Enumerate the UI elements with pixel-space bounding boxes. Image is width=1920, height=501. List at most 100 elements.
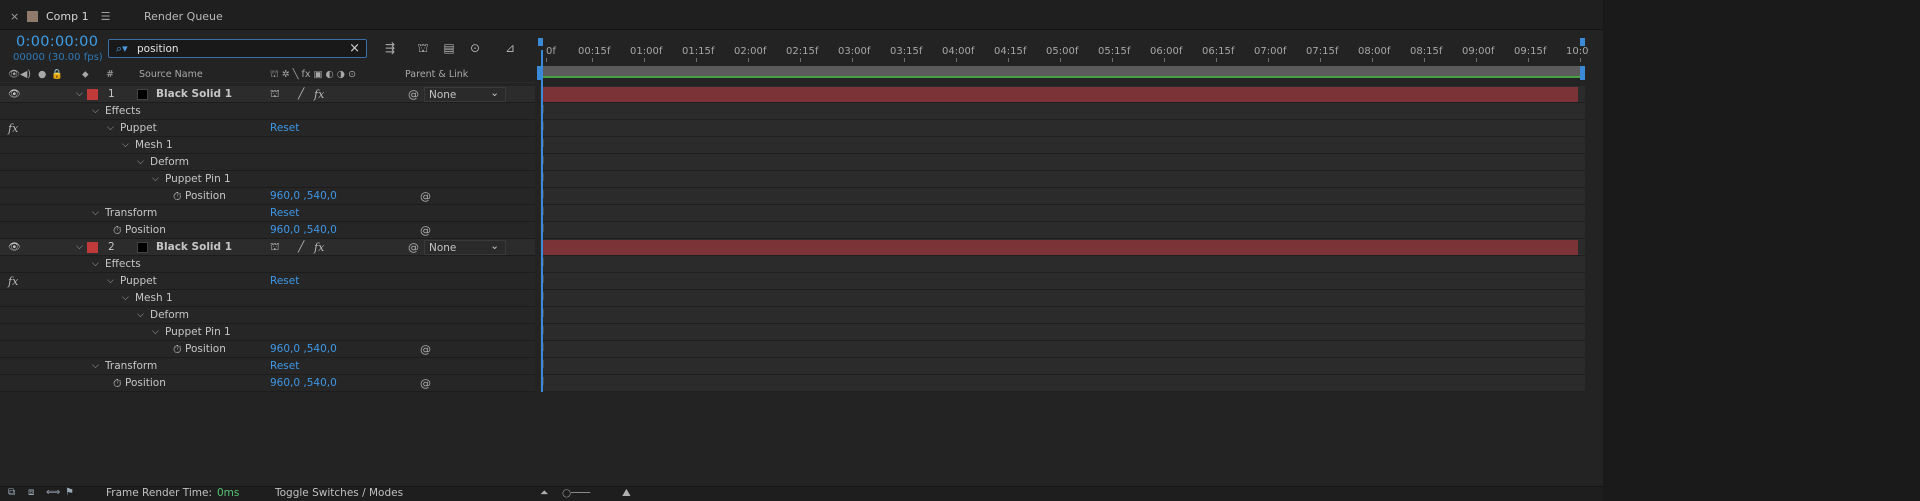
frame-blending-icon[interactable]: ⊙ — [465, 39, 485, 57]
parent-select[interactable]: None ⌄ — [424, 240, 506, 255]
pickwhip-icon[interactable]: @ — [408, 240, 419, 255]
stopwatch-icon[interactable]: ⏱ — [173, 342, 182, 357]
search-input[interactable] — [137, 41, 337, 56]
expression-pickwhip-icon[interactable]: @ — [420, 342, 431, 357]
zoom-slider[interactable]: ○─── — [562, 487, 590, 499]
current-time-indicator[interactable] — [541, 50, 543, 392]
reset-link[interactable]: Reset — [270, 121, 299, 136]
tab-comp-1[interactable]: Comp 1 ☰ — [27, 7, 110, 25]
draft-3d-icon[interactable]: ⛫ — [413, 39, 433, 57]
twirl-down-icon[interactable]: ⌵ — [92, 257, 99, 272]
property-row[interactable]: ⌵ Mesh 1 — [0, 290, 535, 307]
layer-name[interactable]: Black Solid 1 — [156, 240, 232, 255]
video-eye-icon[interactable]: 👁 — [8, 69, 20, 80]
hide-shy-layers-icon[interactable]: ▤ — [439, 39, 459, 57]
twirl-down-icon[interactable]: ⌵ — [122, 138, 129, 153]
timeline-row[interactable] — [540, 154, 1585, 171]
work-area-start-handle[interactable] — [538, 38, 543, 46]
shy-switch-icon[interactable]: ⛫ — [270, 87, 280, 102]
current-time-display[interactable]: 0:00:00:00 — [16, 34, 98, 50]
panel-menu-icon[interactable]: ☰ — [101, 10, 111, 23]
timeline-row[interactable] — [540, 171, 1585, 188]
layer-name[interactable]: Black Solid 1 — [156, 87, 232, 102]
lock-icon[interactable]: 🔒 — [51, 69, 63, 80]
timeline-row[interactable] — [540, 103, 1585, 120]
parent-select[interactable]: None ⌄ — [424, 87, 506, 102]
property-row[interactable]: ⌵ Effects — [0, 103, 535, 120]
timeline-row[interactable] — [540, 222, 1585, 239]
layer-duration-bar[interactable] — [543, 240, 1578, 255]
effects-switch-icon[interactable]: fx — [314, 240, 324, 255]
expression-pickwhip-icon[interactable]: @ — [420, 376, 431, 391]
audio-icon[interactable]: ◀) — [20, 69, 31, 80]
stopwatch-icon[interactable]: ⏱ — [113, 376, 122, 391]
tab-render-queue[interactable]: Render Queue — [144, 7, 223, 25]
stopwatch-icon[interactable]: ⏱ — [113, 223, 122, 238]
property-row[interactable]: ⏱ Position @960,0 ,540,0 — [0, 188, 535, 205]
property-row[interactable]: ⌵ Deform — [0, 154, 535, 171]
property-row[interactable]: ⌵ Mesh 1 — [0, 137, 535, 154]
zoom-in-icon[interactable]: ⛰ — [622, 487, 631, 500]
twirl-down-icon[interactable]: ⌵ — [92, 359, 99, 374]
timeline-row[interactable] — [540, 307, 1585, 324]
zoom-out-icon[interactable]: ⏶ — [540, 487, 548, 500]
timeline-row[interactable] — [540, 324, 1585, 341]
position-value[interactable]: 960,0 ,540,0 — [270, 376, 337, 391]
twirl-down-icon[interactable]: ⌵ — [137, 308, 144, 323]
expression-pickwhip-icon[interactable]: @ — [420, 223, 431, 238]
layer-duration-bar[interactable] — [543, 87, 1578, 102]
pickwhip-icon[interactable]: @ — [408, 87, 419, 102]
clear-search-icon[interactable]: × — [349, 41, 360, 56]
layer-row[interactable]: 👁 ⌵ 2 Black Solid 1 ⛫ ╱ fx @ None ⌄ — [0, 239, 535, 256]
effects-switch-icon[interactable]: fx — [314, 87, 324, 102]
work-area-end-handle[interactable] — [1580, 38, 1585, 46]
effect-fx-icon[interactable]: fx — [8, 274, 18, 289]
twirl-down-icon[interactable]: ⌵ — [76, 240, 83, 255]
timeline-row[interactable] — [540, 290, 1585, 307]
stopwatch-icon[interactable]: ⏱ — [173, 189, 182, 204]
expression-pickwhip-icon[interactable]: @ — [420, 189, 431, 204]
transfer-controls-icon[interactable]: ⧈ — [28, 487, 34, 498]
layer-row[interactable]: 👁 ⌵ 1 Black Solid 1 ⛫ ╱ fx @ None ⌄ — [0, 86, 535, 103]
label-color-swatch[interactable] — [87, 242, 98, 253]
work-area-bar[interactable] — [540, 66, 1580, 78]
twirl-down-icon[interactable]: ⌵ — [92, 206, 99, 221]
property-row[interactable]: ⏱ Position @960,0 ,540,0 — [0, 375, 535, 392]
quality-switch-icon[interactable]: ╱ — [298, 87, 304, 102]
reset-link[interactable]: Reset — [270, 274, 299, 289]
solo-icon[interactable]: ● — [38, 69, 46, 80]
shy-switch-icon[interactable]: ⛫ — [270, 240, 280, 255]
effect-fx-icon[interactable]: fx — [8, 121, 18, 136]
column-parent-link[interactable]: Parent & Link — [405, 69, 468, 80]
property-row[interactable]: fx ⌵ Puppet Reset — [0, 120, 535, 137]
in-out-icon[interactable]: ⟺ — [46, 487, 60, 498]
twirl-down-icon[interactable]: ⌵ — [92, 104, 99, 119]
timeline-row[interactable] — [540, 120, 1585, 137]
timeline-row[interactable] — [540, 358, 1585, 375]
reset-link[interactable]: Reset — [270, 206, 299, 221]
twirl-down-icon[interactable]: ⌵ — [152, 172, 159, 187]
twirl-down-icon[interactable]: ⌵ — [76, 87, 83, 102]
visibility-eye-icon[interactable]: 👁 — [8, 87, 21, 102]
twirl-down-icon[interactable]: ⌵ — [107, 121, 114, 136]
search-field[interactable]: ⌕▾ × — [108, 39, 367, 58]
property-row[interactable]: ⏱ Position @960,0 ,540,0 — [0, 341, 535, 358]
twirl-down-icon[interactable]: ⌵ — [107, 274, 114, 289]
property-row[interactable]: ⏱ Position @960,0 ,540,0 — [0, 222, 535, 239]
render-time-icon[interactable]: ⚑ — [65, 487, 74, 498]
position-value[interactable]: 960,0 ,540,0 — [270, 223, 337, 238]
twirl-down-icon[interactable]: ⌵ — [152, 325, 159, 340]
position-value[interactable]: 960,0 ,540,0 — [270, 342, 337, 357]
property-row[interactable]: ⌵ Transform Reset — [0, 358, 535, 375]
property-row[interactable]: ⌵ Effects — [0, 256, 535, 273]
reset-link[interactable]: Reset — [270, 359, 299, 374]
property-row[interactable]: ⌵ Puppet Pin 1 — [0, 324, 535, 341]
property-row[interactable]: fx ⌵ Puppet Reset — [0, 273, 535, 290]
timeline-row[interactable] — [540, 188, 1585, 205]
layer-switches-icon[interactable]: ⧉ — [8, 487, 15, 498]
column-source-name[interactable]: Source Name — [139, 69, 203, 80]
property-row[interactable]: ⌵ Deform — [0, 307, 535, 324]
timeline-row[interactable] — [540, 256, 1585, 273]
graph-editor-icon[interactable]: ⊿ — [500, 39, 520, 57]
timeline-row[interactable] — [540, 375, 1585, 392]
